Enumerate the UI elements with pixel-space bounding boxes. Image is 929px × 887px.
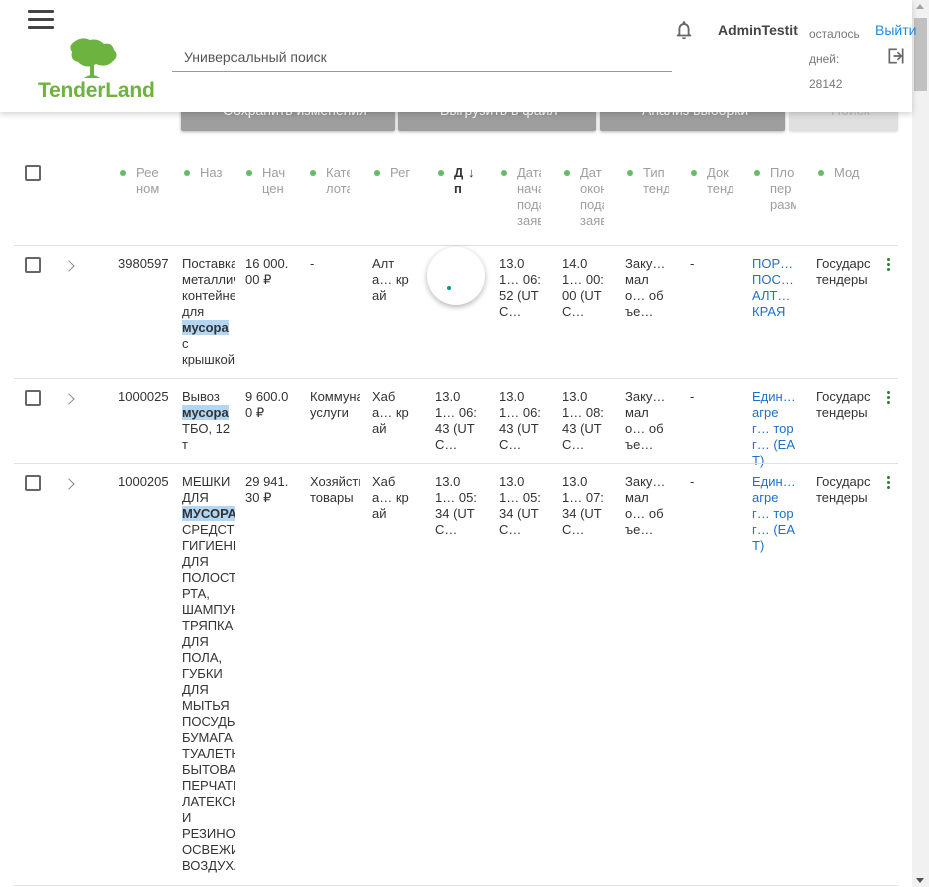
bell-icon[interactable] — [673, 19, 695, 41]
more-vert-icon[interactable] — [887, 258, 891, 272]
cell-docs: - — [690, 389, 695, 404]
cell-published: 13.01… 06:43 (UTC… — [435, 389, 477, 452]
col-header-category[interactable]: Кате лота — [310, 165, 350, 205]
tree-logo-icon — [70, 38, 117, 78]
cell-platform[interactable]: ПОР… ПОС… АЛТ… КРАЯ — [752, 256, 796, 320]
table-row[interactable]: 1000205 МЕШКИ ДЛЯ МУСОРА СРЕДСТВ ГИГИЕНЫ… — [14, 463, 898, 886]
cell-start: 13.01… 06:52 (UTC… — [499, 256, 541, 319]
cell-region: Хаба… край — [372, 474, 409, 521]
cell-region: Алта… край — [372, 256, 409, 303]
row-checkbox[interactable] — [25, 257, 41, 273]
cell-number[interactable]: 3980597 — [118, 256, 174, 272]
cell-start: 13.01… 06:43 (UTC… — [499, 389, 541, 452]
col-header-number[interactable]: Рее ном — [120, 165, 166, 205]
menu-icon[interactable] — [28, 10, 54, 30]
cell-category: Коммунал услуги — [310, 389, 360, 420]
table-row[interactable]: 1000025 Вывоз мусора ТБО, 12 т 9 600.00 … — [14, 378, 898, 468]
sort-desc-icon: ↓ — [468, 165, 475, 180]
cell-name[interactable]: Поставка металлический контейнер для мус… — [182, 256, 235, 376]
more-vert-icon[interactable] — [887, 476, 891, 490]
search-input[interactable] — [172, 44, 672, 70]
days-left: осталось дней: 28142 — [809, 22, 869, 97]
logo[interactable]: TenderLand — [38, 36, 158, 104]
col-header-module[interactable]: Мод — [818, 165, 864, 185]
username[interactable]: AdminTestit — [718, 22, 798, 38]
cell-name[interactable]: МЕШКИ ДЛЯ МУСОРА СРЕДСТВ ГИГИЕНЫ ДЛЯ ПОЛ… — [182, 474, 235, 874]
cell-module: Государс тендеры — [816, 474, 870, 505]
logout-icon[interactable] — [886, 46, 906, 66]
col-header-start[interactable]: Дата нача пода заяв — [501, 165, 541, 233]
cell-platform[interactable]: Един… агрег… торг… (ЕАТ) — [752, 474, 796, 554]
cell-category: - — [310, 256, 315, 271]
chevron-right-icon[interactable] — [63, 260, 75, 272]
cell-type: Заку… мало… объе… — [625, 256, 666, 319]
cell-price: 9 600.00 ₽ — [245, 389, 289, 420]
cell-module: Государс тендеры — [816, 389, 870, 420]
row-checkbox[interactable] — [25, 390, 41, 406]
cell-end: 14.01… 00:00 (UTC… — [562, 256, 604, 319]
col-header-end[interactable]: Дат окон пода заяв — [564, 165, 604, 233]
select-all-checkbox[interactable] — [25, 165, 41, 181]
cell-region: Хаба… край — [372, 389, 409, 436]
chevron-right-icon[interactable] — [63, 393, 75, 405]
scroll-down-icon[interactable] — [916, 878, 924, 883]
cell-start: 13.01… 05:34 (UTC… — [499, 474, 541, 537]
cell-docs: - — [690, 474, 695, 489]
loading-spinner — [427, 247, 485, 305]
cell-end: 13.01… 08:43 (UTC… — [562, 389, 604, 452]
col-header-platform[interactable]: Пло пер разм — [754, 165, 796, 217]
cell-docs: - — [690, 256, 695, 271]
cell-number[interactable]: 1000025 — [118, 389, 174, 405]
cell-number[interactable]: 1000205 — [118, 474, 174, 490]
cell-type: Заку… мало… объе… — [625, 474, 666, 537]
universal-search[interactable] — [172, 44, 672, 72]
cell-end: 13.01… 07:34 (UTC… — [562, 474, 604, 537]
app-header: TenderLand AdminTestit осталось дней: 28… — [0, 0, 916, 112]
more-vert-icon[interactable] — [887, 391, 891, 405]
cell-module: Государс тендеры — [816, 256, 870, 287]
col-header-price[interactable]: Нач цен — [246, 165, 286, 205]
cell-name[interactable]: Вывоз мусора ТБО, 12 т — [182, 389, 235, 453]
cell-category: Хозяйств товары — [310, 474, 360, 505]
cell-type: Заку… мало… объе… — [625, 389, 666, 452]
days-left-label: осталось дней: — [809, 27, 860, 66]
logout-link[interactable]: Выйти — [875, 22, 916, 38]
scrollbar[interactable] — [912, 0, 929, 887]
chevron-right-icon[interactable] — [63, 478, 75, 490]
col-header-published[interactable]: Д п ↓ — [438, 165, 484, 205]
col-header-region[interactable]: Рег — [374, 165, 414, 185]
cell-published: 13.01… 05:34 (UTC… — [435, 474, 477, 537]
row-checkbox[interactable] — [25, 475, 41, 491]
logo-text: TenderLand — [38, 79, 155, 102]
col-header-docs[interactable]: Док тенд — [691, 165, 733, 205]
col-header-type[interactable]: Тип тенд — [627, 165, 669, 205]
scroll-up-icon[interactable] — [916, 4, 924, 9]
cell-price: 16 000.00 ₽ — [245, 256, 289, 287]
days-left-value: 28142 — [809, 77, 843, 91]
cell-platform[interactable]: Един… агрег… торг… (ЕАТ) — [752, 389, 796, 469]
col-header-name[interactable]: Наз — [184, 165, 224, 185]
cell-price: 29 941.30 ₽ — [245, 474, 289, 505]
